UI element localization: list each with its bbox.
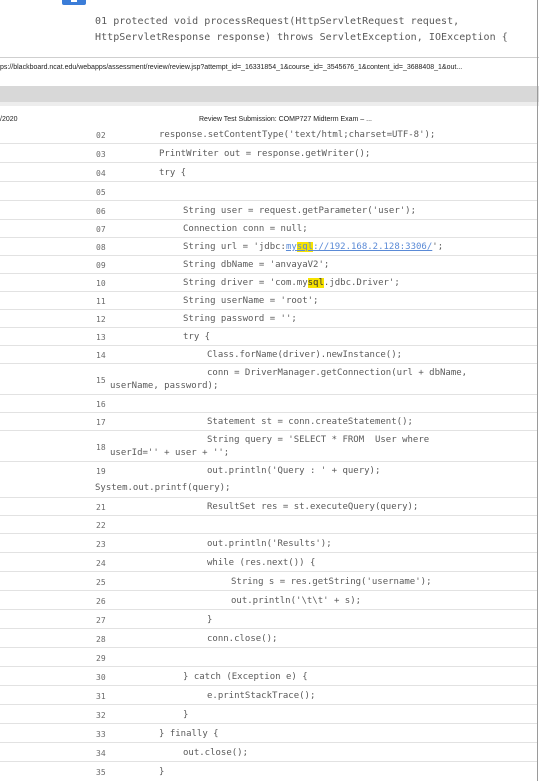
code-line: 16: [0, 395, 537, 413]
code-line: 22: [0, 516, 537, 534]
code-line: 09 String dbName = 'anvayaV2';: [0, 256, 537, 274]
code-line-01: 01 protected void processRequest(HttpSer…: [95, 16, 460, 27]
code-line: 14 Class.forName(driver).newInstance();: [0, 346, 537, 364]
code-line-01-continued: HttpServletResponse response) throws Ser…: [95, 32, 508, 43]
code-line: 11 String userName = 'root';: [0, 292, 537, 310]
code-line: 24 while (res.next()) {: [0, 554, 537, 572]
blackboard-logo-icon: [62, 0, 86, 5]
code-line: 33} finally {: [0, 725, 537, 743]
code-line: 15 conn = DriverManager.getConnection(ur…: [0, 364, 537, 395]
code-line: 06 String user = request.getParameter('us…: [0, 202, 537, 220]
code-line: 08 String url = 'jdbc:mysql://192.168.2.…: [0, 238, 537, 256]
previous-page-fragment: 01 protected void processRequest(HttpSer…: [0, 0, 539, 57]
code-line: 13 try {: [0, 328, 537, 346]
code-line: 05: [0, 183, 537, 201]
code-line: 19 out.println('Query : ' + query); Syst…: [0, 462, 537, 498]
code-line: 03 PrintWriter out = response.getWriter()…: [0, 145, 537, 163]
code-line: 30} catch (Exception e) {: [0, 668, 537, 686]
page-url-footer[interactable]: ps://blackboard.ncat.edu/webapps/assessm…: [0, 64, 462, 71]
page-gap-shadow: [0, 102, 539, 106]
right-scroll-edge: [537, 0, 538, 781]
code-line: 28 conn.close();: [0, 630, 537, 648]
code-line: 21 ResultSet res = st.executeQuery(query)…: [0, 498, 537, 516]
code-line: 18 String query = 'SELECT * FROM User wh…: [0, 431, 537, 462]
page-title: Review Test Submission: COMP727 Midterm …: [199, 116, 372, 123]
jdbc-url-link: ://192.168.2.128:3306/: [313, 242, 433, 252]
code-line: 17 Statement st = conn.createStatement();: [0, 413, 537, 431]
code-line: 35}: [96, 767, 165, 777]
code-line: 27}: [0, 611, 537, 629]
code-line: 25 String s = res.getString('username');: [0, 573, 537, 591]
code-line: 29: [0, 649, 537, 667]
code-line: 26 out.println('\t\t' + s);: [0, 592, 537, 610]
search-highlight: sql: [296, 242, 314, 252]
page-divider: [0, 57, 539, 58]
code-listing: 02 response.setContentType('text/html;cha…: [0, 126, 537, 781]
code-line: 10 String driver = 'com.mysql.jdbc.Drive…: [0, 274, 537, 292]
code-line: 12 String password = '';: [0, 310, 537, 328]
print-date: /2020: [0, 116, 18, 123]
code-line: 23 out.println('Results');: [0, 535, 537, 553]
search-highlight: sql: [307, 278, 324, 288]
code-line: 04 try {: [0, 164, 537, 182]
code-line: 07 Connection conn = null;: [0, 220, 537, 238]
code-line: 34 out.close();: [0, 744, 537, 762]
code-line: 32}: [0, 706, 537, 724]
page-gap: [0, 86, 539, 102]
code-line: 31 e.printStackTrace();: [0, 687, 537, 705]
code-line: 02 response.setContentType('text/html;cha…: [0, 126, 537, 144]
